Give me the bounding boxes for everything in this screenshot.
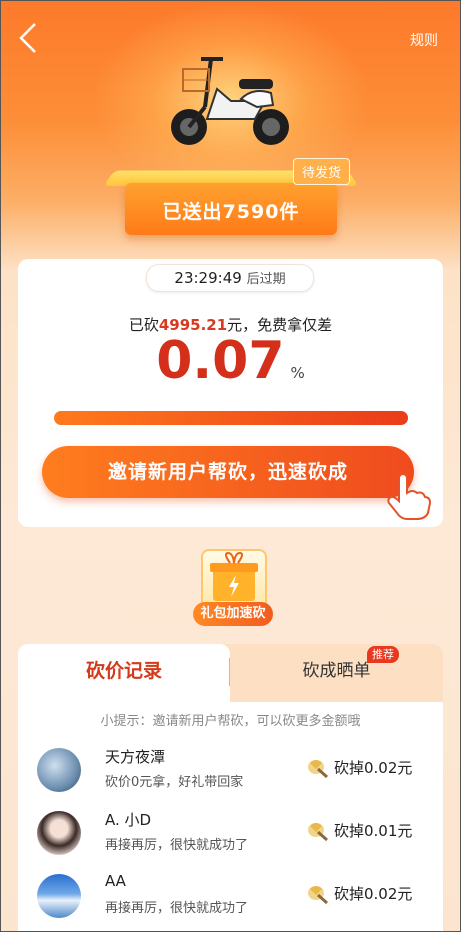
gift-box-icon (201, 549, 267, 609)
avatar (37, 811, 81, 855)
axe-icon (306, 757, 330, 779)
countdown-time: 23:29:49 (174, 269, 242, 287)
recommend-badge: 推荐 (367, 646, 399, 663)
gift-boost-button[interactable]: 礼包加速砍 (193, 545, 273, 629)
back-chevron-icon[interactable] (15, 21, 45, 55)
record-row: AA 再接再厉，很快就成功了 砍掉0.02元 (34, 870, 434, 926)
record-message: 再接再厉，很快就成功了 (105, 838, 249, 853)
record-row: 天方夜潭 砍价0元拿，好礼带回家 砍掉0.02元 (34, 744, 434, 800)
rules-link[interactable]: 规则 (410, 30, 438, 50)
record-username: A. 小D (105, 811, 152, 829)
gift-boost-label: 礼包加速砍 (193, 602, 273, 626)
avatar (37, 748, 81, 792)
avatar (37, 874, 81, 918)
podium-body: 已送出7590件 (125, 183, 337, 235)
invite-button[interactable]: 邀请新用户帮砍，迅速砍成 (42, 446, 414, 498)
countdown-timer: 23:29:49 后过期 (146, 264, 314, 292)
countdown-suffix: 后过期 (246, 272, 286, 287)
page: 规则 已送出7590件 待发货 23:29:49 后过期 已砍4995.21元，… (0, 0, 461, 932)
pointing-hand-icon (383, 471, 433, 521)
axe-icon (306, 820, 330, 842)
record-message: 砍价0元拿，好礼带回家 (105, 775, 244, 790)
record-cut-amount: 砍掉0.01元 (334, 822, 413, 840)
tab-bar: 砍价记录 砍成晒单 推荐 (18, 644, 443, 702)
remaining-percent: 0.07% (18, 331, 443, 391)
record-cut-amount: 砍掉0.02元 (334, 759, 413, 777)
progress-bar (54, 411, 408, 425)
record-row: A. 小D 再接再厉，很快就成功了 砍掉0.01元 (34, 807, 434, 863)
tip-text: 小提示：邀请新用户帮砍，可以砍更多金额哦 (100, 714, 361, 729)
pending-shipment-badge: 待发货 (293, 158, 351, 185)
tab-showcase[interactable]: 砍成晒单 (230, 644, 443, 702)
shipped-count: 已送出7590件 (162, 201, 300, 223)
axe-icon (306, 883, 330, 905)
percent-sign: % (290, 364, 305, 382)
tab-bargain-records[interactable]: 砍价记录 (18, 644, 230, 702)
remaining-percent-value: 0.07 (156, 331, 285, 391)
record-username: 天方夜潭 (105, 748, 166, 766)
e-scooter-product-image (161, 49, 301, 149)
records-panel: 砍价记录 砍成晒单 推荐 小提示：邀请新用户帮砍，可以砍更多金额哦 天方夜潭 砍… (18, 644, 443, 931)
record-message: 再接再厉，很快就成功了 (105, 901, 249, 916)
bargain-progress-card: 23:29:49 后过期 已砍4995.21元，免费拿仅差 0.07% 邀请新用… (18, 259, 443, 527)
record-username: AA (105, 872, 126, 890)
record-cut-amount: 砍掉0.02元 (334, 885, 413, 903)
